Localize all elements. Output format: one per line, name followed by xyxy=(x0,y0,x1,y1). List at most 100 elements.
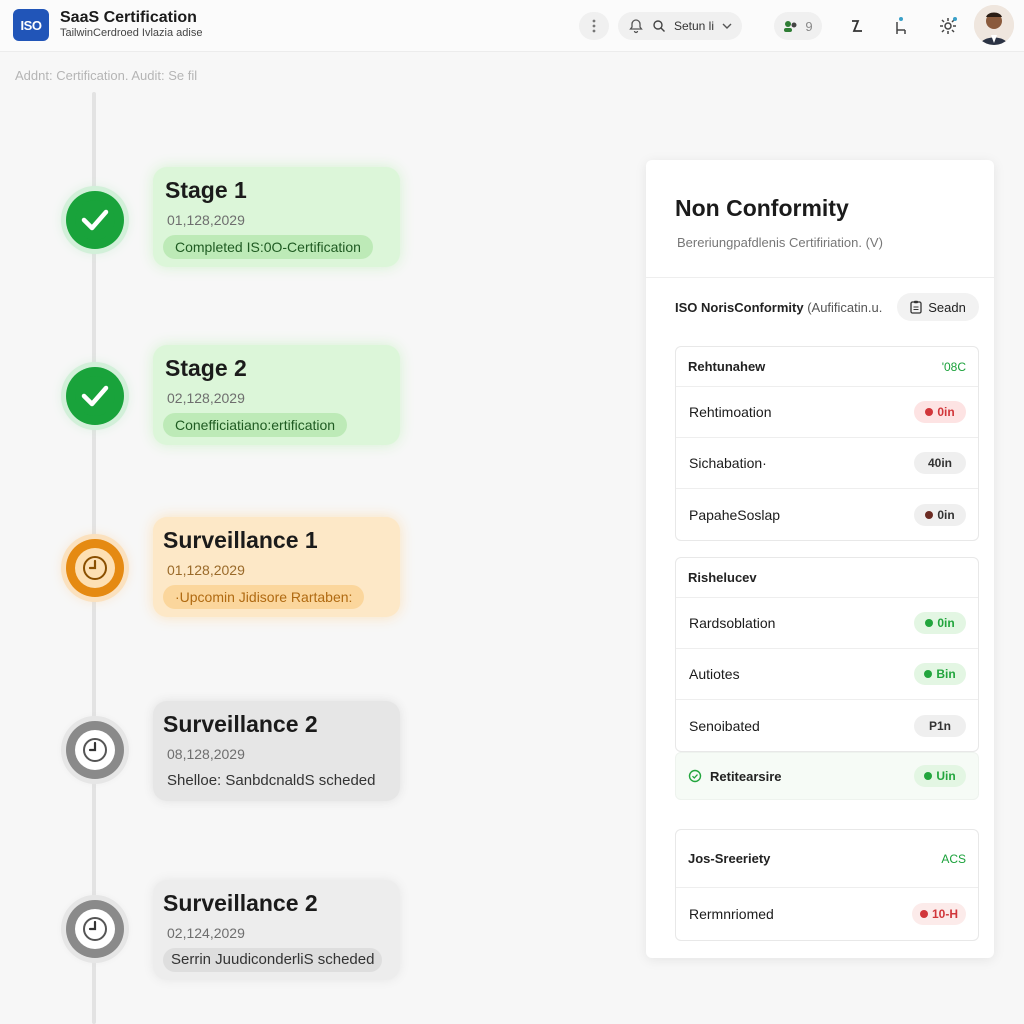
avatar[interactable] xyxy=(974,5,1014,45)
timeline-card-date: 01,128,2029 xyxy=(167,562,245,578)
clock-icon xyxy=(83,738,107,762)
breadcrumb: Addnt: Certification. Audit: Se fil xyxy=(15,68,198,83)
badge-value: P1n xyxy=(928,718,951,733)
group-count: ACS xyxy=(941,851,966,866)
circle-check-icon xyxy=(688,769,702,783)
timeline-node-scheduled xyxy=(66,721,124,779)
status-dot-icon xyxy=(925,619,934,627)
status-dot-icon xyxy=(919,910,928,918)
timeline-card[interactable]: Surveillance 2 08,128,2029 Shelloe: Sanb… xyxy=(153,701,400,801)
badge-value: 0in xyxy=(937,507,955,522)
search-label: Seadn xyxy=(928,299,966,315)
group-title: Rishelucev xyxy=(688,570,757,585)
setup-label: Setun li xyxy=(673,19,715,33)
nonconformity-group: Rehtunahew '08C Rehtimoation 0in Sichaba… xyxy=(675,346,979,541)
timeline-card-title: Stage 1 xyxy=(165,177,247,203)
status-badge: Uin xyxy=(914,765,966,787)
chair-icon xyxy=(896,17,906,34)
status-dot-icon xyxy=(924,772,933,780)
user-portrait-icon xyxy=(974,5,1014,45)
status-badge: Completed IS:0O-Certification xyxy=(163,235,373,259)
check-icon xyxy=(81,385,109,407)
gear-icon xyxy=(940,17,957,34)
route-button[interactable] xyxy=(842,12,872,40)
item-label: Autiotes xyxy=(689,666,740,682)
list-item[interactable]: Senoibated P1n xyxy=(676,700,978,751)
timeline-card-date: 02,128,2029 xyxy=(167,390,245,406)
list-item[interactable]: Sichabation· 40in xyxy=(676,438,978,489)
status-badge: 40in xyxy=(914,452,966,474)
app-subtitle: TailwinCerdroed Ivlazia adise xyxy=(60,27,203,39)
nonconformity-group: Jos-Sreeriety ACS Rermnriomed 10-H xyxy=(675,829,979,941)
panel-subtitle: Bereriungpafdlenis Certifiriation. (V) xyxy=(677,235,883,250)
item-label: Rardsoblation xyxy=(689,615,776,631)
status-badge: 0in xyxy=(914,612,966,634)
badge-value: 0in xyxy=(937,405,955,419)
timeline-card[interactable]: Surveillance 2 02,124,2029 Serrin Juudic… xyxy=(153,880,400,980)
filter-label-main: ISO NorisConformity xyxy=(675,300,804,315)
filter-label-detail: (Aufificatin.u. xyxy=(807,300,883,315)
status-dot-icon xyxy=(925,510,934,519)
group-title: Jos-Sreeriety xyxy=(688,851,771,866)
timeline-card-date: 01,128,2029 xyxy=(167,212,245,228)
settings-button[interactable] xyxy=(932,12,964,40)
divider xyxy=(646,277,994,278)
status-badge: Bin xyxy=(914,663,966,685)
timeline-card[interactable]: Surveillance 1 01,128,2029 ·Upcomin Jidi… xyxy=(153,517,400,617)
seat-button[interactable] xyxy=(886,12,916,40)
badge-value: 0in xyxy=(937,616,955,630)
badge-value: 40in xyxy=(927,456,952,470)
setup-dropdown[interactable]: Setun li xyxy=(618,12,742,40)
group-header[interactable]: Rishelucev xyxy=(676,558,978,598)
timeline-node-completed xyxy=(66,191,124,249)
list-item[interactable]: Autiotes Bin xyxy=(676,649,978,700)
item-label: PapaheSoslap xyxy=(689,506,781,523)
group-title: Rehtunahew xyxy=(688,359,766,374)
list-item[interactable]: Rermnriomed 10-H xyxy=(676,888,978,940)
search-icon xyxy=(653,20,665,32)
iso-logo[interactable]: ISO xyxy=(13,9,49,41)
status-badge: Serrin JuudiconderliS scheded xyxy=(163,948,383,972)
item-label: Retitearsire xyxy=(710,768,782,784)
team-count: 9 xyxy=(805,18,813,34)
timeline-card-date: 08,128,2029 xyxy=(167,746,245,762)
nonconformity-group: Rishelucev Rardsoblation 0in Autiotes Bi… xyxy=(675,557,979,752)
list-item[interactable]: Retitearsire Uin xyxy=(675,752,979,800)
top-bar: ISO SaaS Certification TailwinCerdroed I… xyxy=(0,0,1024,52)
timeline-node-upcoming xyxy=(66,539,124,597)
users-icon xyxy=(784,21,797,32)
list-item[interactable]: Rardsoblation 0in xyxy=(676,598,978,649)
status-badge: ·Upcomin Jidisore Rartaben: xyxy=(163,585,365,609)
app-title: SaaS Certification xyxy=(60,9,197,26)
timeline-card-title: Surveillance 2 xyxy=(163,890,318,916)
clock-icon xyxy=(83,917,107,941)
list-item[interactable]: PapaheSoslap 0in xyxy=(676,489,978,540)
bell-icon xyxy=(629,19,643,34)
badge-value: Uin xyxy=(936,769,956,783)
team-button[interactable]: 9 xyxy=(774,12,822,40)
status-badge: Shelloe: SanbdcnaldS scheded xyxy=(167,772,376,789)
timeline-card-title: Surveillance 2 xyxy=(163,711,318,737)
status-badge: 0in xyxy=(914,503,966,526)
timeline-card-title: Surveillance 1 xyxy=(163,527,318,553)
route-icon xyxy=(852,20,862,32)
status-dot-icon xyxy=(925,408,934,416)
search-button[interactable]: Seadn xyxy=(897,293,979,321)
clipboard-icon xyxy=(910,300,922,314)
non-conformity-panel: Non Conformity Bereriungpafdlenis Certif… xyxy=(646,160,994,958)
timeline-card[interactable]: Stage 1 01,128,2029 Completed IS:0O-Cert… xyxy=(153,167,400,267)
group-header[interactable]: Rehtunahew '08C xyxy=(676,347,978,387)
badge-value: Bin xyxy=(936,667,956,681)
timeline-card-date: 02,124,2029 xyxy=(167,925,245,941)
badge-value: 10-H xyxy=(931,907,958,921)
timeline-node-scheduled xyxy=(66,900,124,958)
timeline-card-title: Stage 2 xyxy=(165,355,247,381)
chevron-down-icon xyxy=(722,23,732,29)
timeline-card[interactable]: Stage 2 02,128,2029 Conefficiatiano:erti… xyxy=(153,345,400,445)
item-label: Sichabation· xyxy=(689,455,767,471)
more-options-button[interactable] xyxy=(579,12,609,40)
list-item[interactable]: Rehtimoation 0in xyxy=(676,387,978,438)
group-header[interactable]: Jos-Sreeriety ACS xyxy=(676,830,978,888)
more-vertical-icon xyxy=(592,19,596,33)
status-badge: P1n xyxy=(914,714,966,737)
